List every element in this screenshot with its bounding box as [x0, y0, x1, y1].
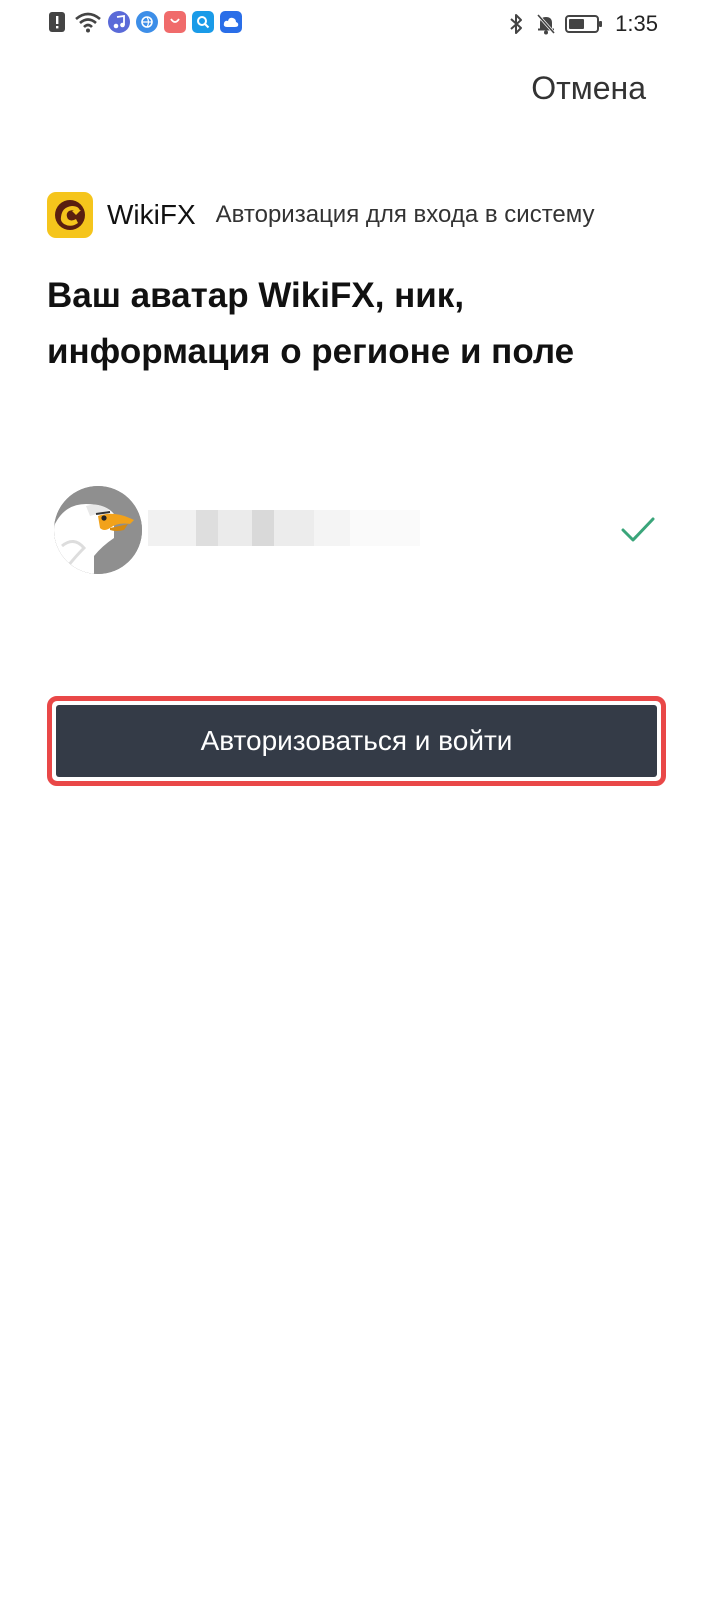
app-info-row: WikiFX Авторизация для входа в систему — [47, 192, 595, 238]
music-app-icon — [108, 11, 130, 33]
battery-icon — [565, 13, 603, 35]
browser-app-icon — [136, 11, 158, 33]
alert-icon — [46, 11, 68, 33]
wikifx-logo-icon — [47, 192, 93, 238]
authorize-button-highlight: Авторизоваться и войти — [47, 696, 666, 786]
cancel-button[interactable]: Отмена — [531, 70, 646, 107]
authorize-login-button[interactable]: Авторизоваться и войти — [56, 705, 657, 777]
wifi-icon — [74, 11, 102, 33]
account-option[interactable] — [54, 486, 664, 574]
status-time: 1:35 — [615, 11, 658, 36]
status-right-icons: 1:35 — [505, 11, 658, 37]
status-left-icons — [46, 11, 242, 33]
store-app-icon — [164, 11, 186, 33]
permission-heading: Ваш аватар WikiFX, ник, информация о рег… — [47, 276, 575, 371]
status-bar: 1:35 — [0, 0, 720, 48]
check-icon — [620, 516, 656, 549]
bell-muted-icon — [535, 13, 557, 35]
avatar — [54, 486, 142, 574]
app-subtitle: Авторизация для входа в систему — [215, 201, 595, 228]
bluetooth-icon — [505, 13, 527, 35]
search-app-icon — [192, 11, 214, 33]
cloud-app-icon — [220, 11, 242, 33]
nickname-blurred — [148, 510, 420, 546]
app-name: WikiFX — [107, 199, 196, 230]
